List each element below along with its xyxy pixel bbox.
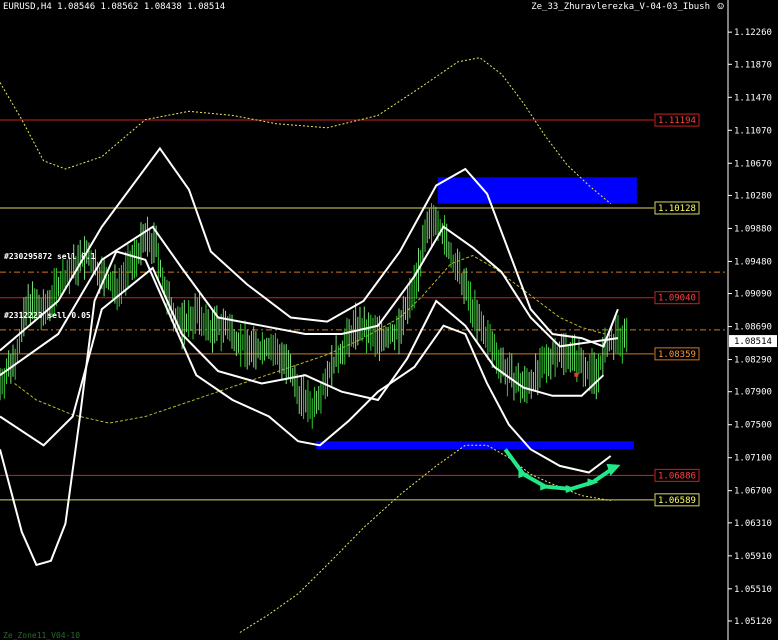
zone-rect-1 (316, 441, 634, 450)
signal-marker (574, 372, 579, 377)
axis-tick-label: 1.11070 (734, 126, 772, 136)
axis-tick-label: 1.11470 (734, 93, 772, 103)
axis-tick-label: 1.05510 (734, 585, 772, 595)
level-label-5: 1.06589 (658, 496, 696, 506)
symbol-header: EURUSD,H4 1.08546 1.08562 1.08438 1.0851… (3, 2, 226, 12)
envelope-lower-line (239, 444, 611, 633)
price-axis: 1.12260 1.11870 1.11470 1.11070 1.10670 1.102… (727, 0, 777, 640)
axis-tick-label: 1.06310 (734, 519, 772, 529)
axis-tick-label: 1.10280 (734, 191, 772, 201)
level-label-0: 1.11194 (658, 116, 696, 126)
axis-tick-label: 1.11870 (734, 60, 772, 70)
band-lines (0, 146, 619, 567)
current-price-label: 1.08514 (734, 337, 772, 347)
axis-tick-label: 1.08290 (734, 356, 772, 366)
level-label-3: 1.08359 (658, 350, 696, 360)
upper-band-inner-line (0, 225, 619, 377)
axis-tick-label: 1.06700 (734, 487, 772, 497)
price-chart[interactable]: 1.11194 1.10128 1.09040 1.08359 1.06886 1.065… (0, 0, 778, 640)
footer-label: Ze_Zone11_V04-10 (3, 631, 81, 640)
level-label-2: 1.09040 (658, 294, 696, 304)
axis-tick-label: 1.12260 (734, 28, 772, 38)
order-label-2[interactable]: #2312223 sell 0.05 (4, 311, 91, 320)
axis-tick-label: 1.07500 (734, 421, 772, 431)
order-label-1[interactable]: #230295872 sell 0.1 (4, 252, 96, 261)
indicator-name: Ze_33_Zhuravlerezka_V-04-03_Ibush (531, 2, 710, 12)
axis-tick-label: 1.09090 (734, 290, 772, 300)
axis-tick-label: 1.09480 (734, 257, 772, 267)
zone-rect-0 (437, 177, 637, 204)
level-label-4: 1.06886 (658, 471, 696, 481)
candles (0, 203, 628, 429)
axis-tick-label: 1.07900 (734, 388, 772, 398)
axis-tick-label: 1.10670 (734, 159, 772, 169)
axis-tick-label: 1.05120 (734, 617, 772, 627)
arrow-segment-head-1 (540, 482, 552, 491)
lower-band-inner-line (0, 266, 605, 447)
level-label-1: 1.10128 (658, 204, 696, 214)
axis-tick-label: 1.07100 (734, 454, 772, 464)
axis-tick-label: 1.09880 (734, 224, 772, 234)
arrow-head (606, 463, 621, 476)
axis-tick-label: 1.08690 (734, 323, 772, 333)
arrow-path (503, 448, 618, 492)
smile-icon: ☺ (717, 0, 724, 13)
axis-tick-label: 1.05910 (734, 552, 772, 562)
forecast-arrow (503, 448, 621, 494)
